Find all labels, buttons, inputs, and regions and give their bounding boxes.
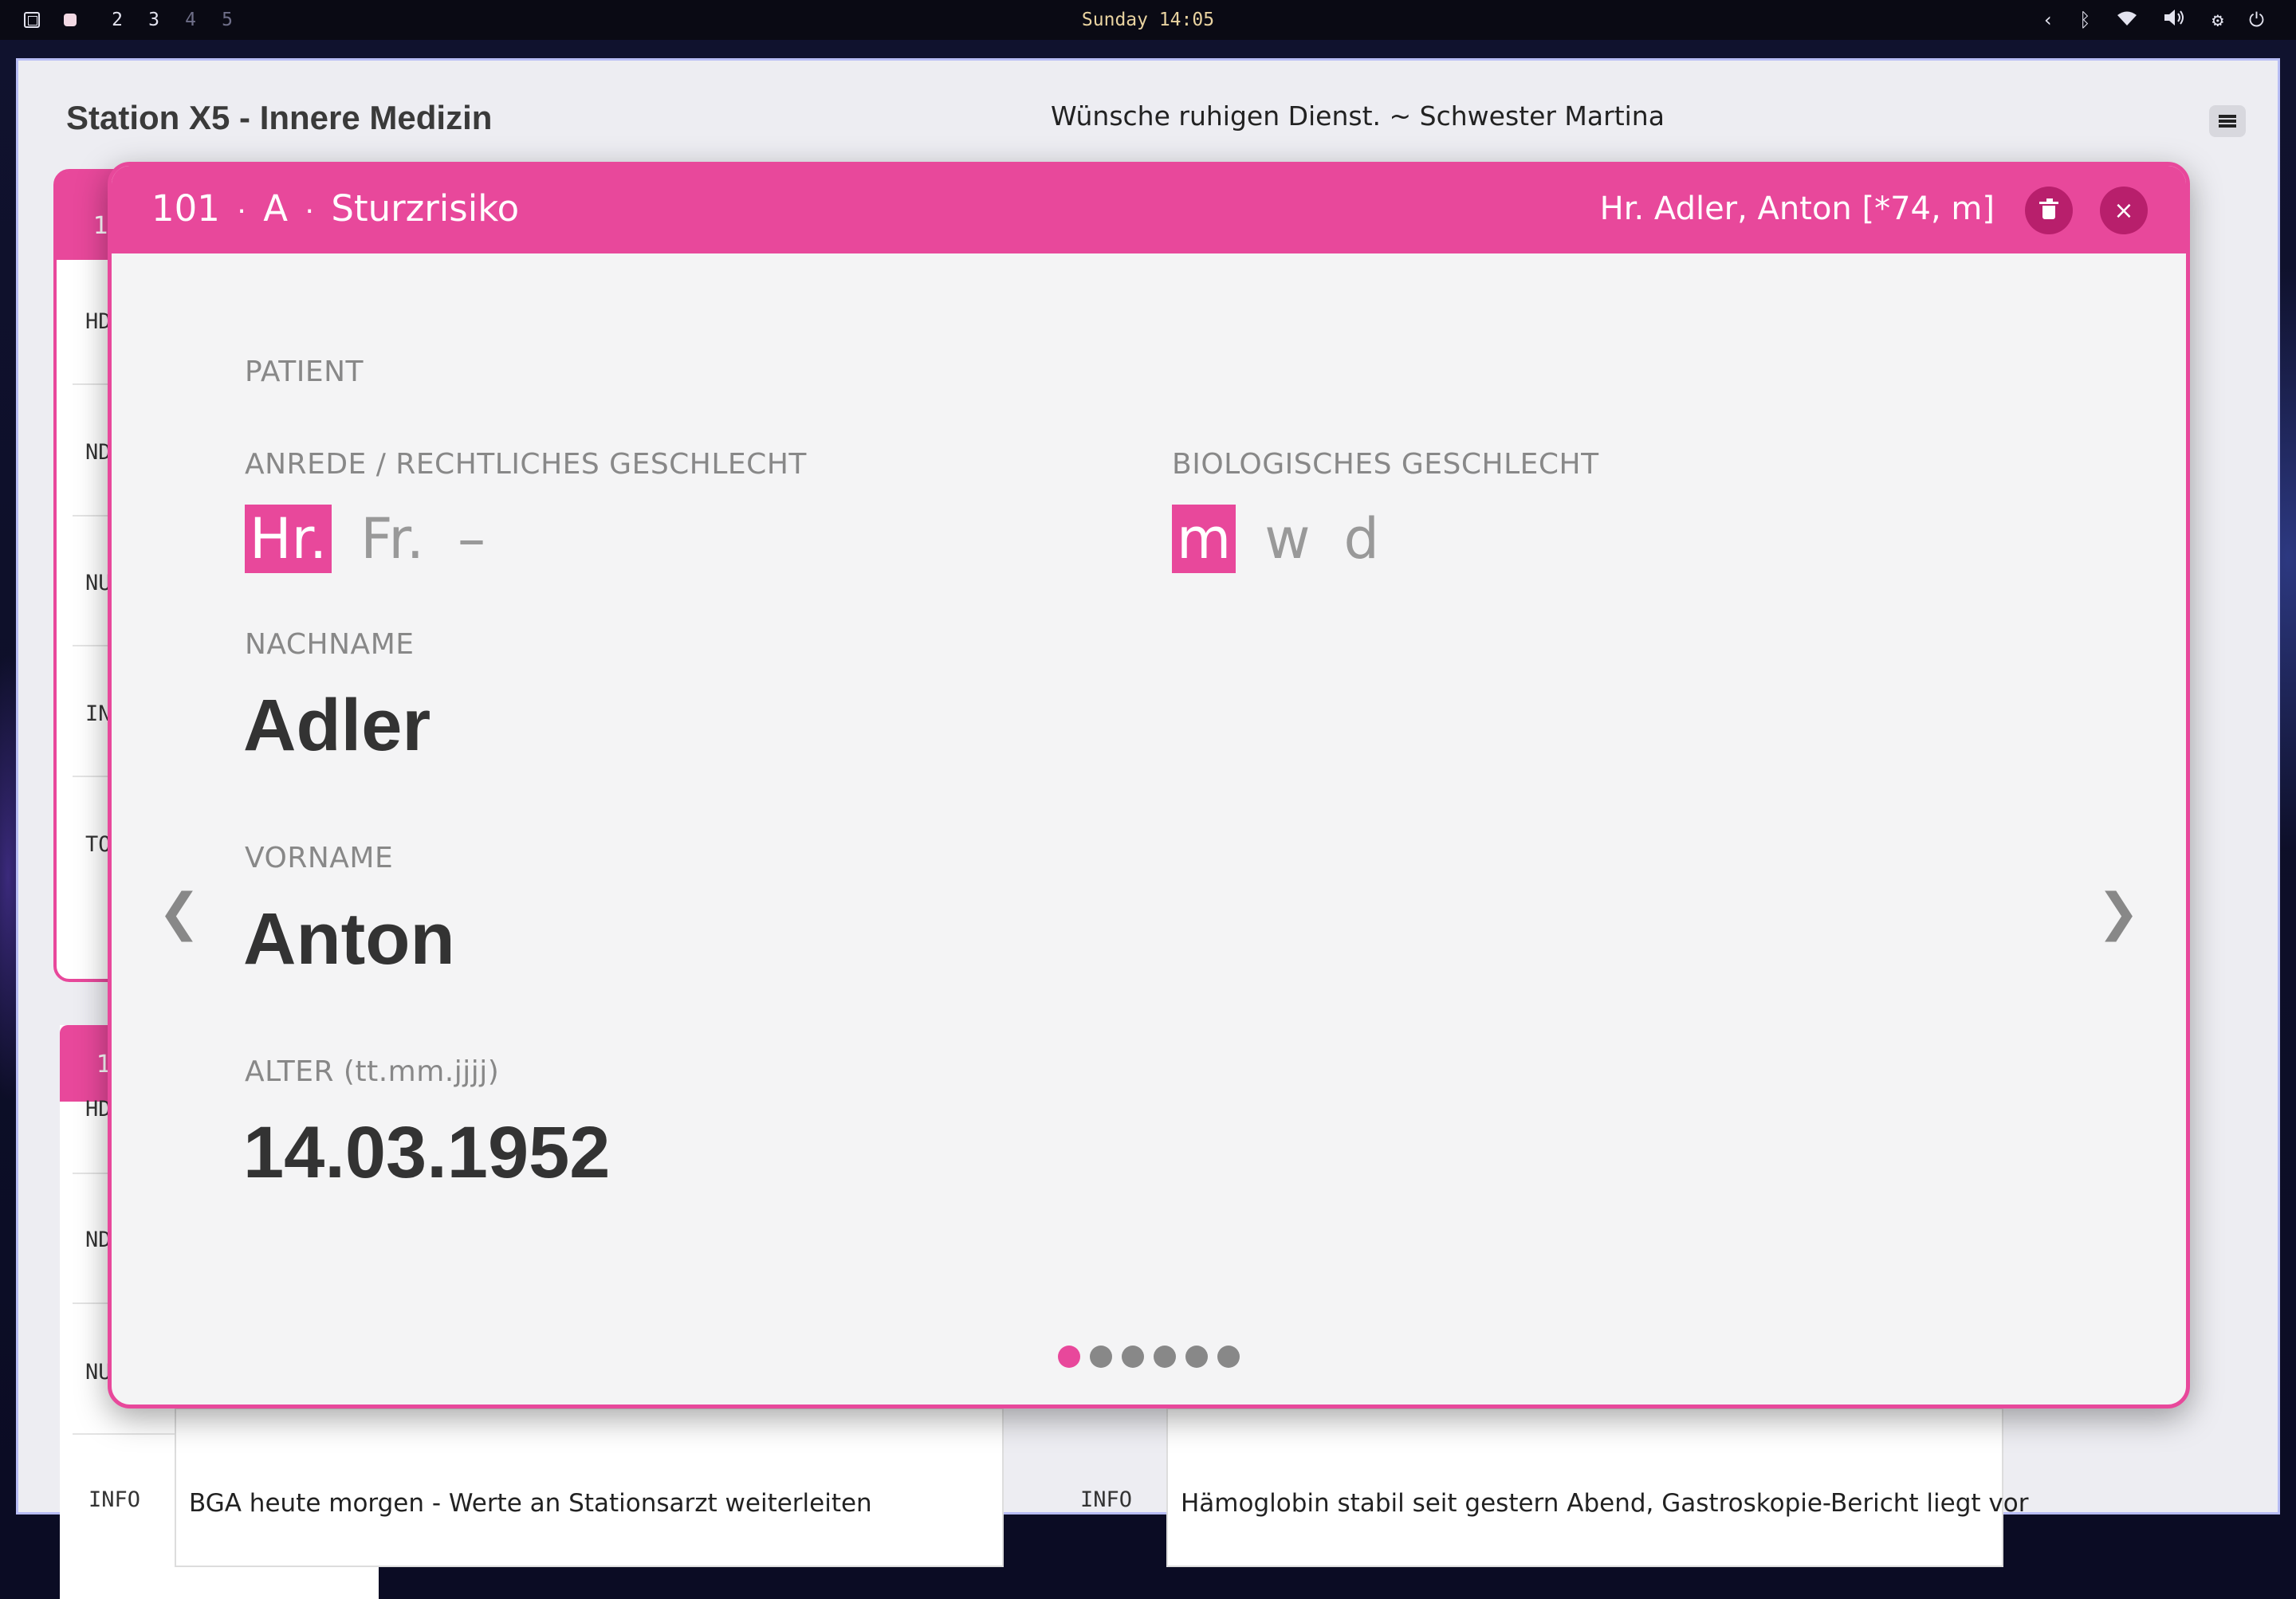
prev-page-button[interactable]: ❮ bbox=[158, 883, 201, 942]
shift-motto: Wünsche ruhigen Dienst. ~ Schwester Mart… bbox=[1051, 100, 1665, 132]
modal-body: PATIENT ANREDE / RECHTLICHES GESCHLECHT … bbox=[112, 253, 2186, 1405]
bio-sex-label: BIOLOGISCHES GESCHLECHT bbox=[1172, 448, 1599, 481]
power-icon[interactable]: ⏻ bbox=[2249, 9, 2264, 31]
page-dot-3[interactable] bbox=[1122, 1346, 1144, 1368]
modal-header: 101 · A · Sturzrisiko Hr. Adler, Anton [… bbox=[112, 166, 2186, 253]
patient-edit-modal: 101 · A · Sturzrisiko Hr. Adler, Anton [… bbox=[108, 162, 2190, 1408]
section-title: PATIENT bbox=[245, 356, 364, 388]
close-button[interactable]: × bbox=[2100, 187, 2148, 234]
salutation-option-herr[interactable]: Hr. bbox=[245, 505, 332, 573]
page-dot-1[interactable] bbox=[1058, 1346, 1080, 1368]
bluetooth-icon[interactable]: ᛒ bbox=[2079, 9, 2090, 31]
bio-sex-option-m[interactable]: m bbox=[1172, 505, 1236, 573]
system-topbar: 2 3 4 5 Sunday 14:05 ‹ ᛒ ⚙ ⏻ bbox=[0, 0, 2296, 40]
note-text: Hämoglobin stabil seit gestern Abend, Ga… bbox=[1181, 1489, 2029, 1518]
next-page-button[interactable]: ❯ bbox=[2097, 883, 2140, 942]
page-dot-4[interactable] bbox=[1154, 1346, 1176, 1368]
close-icon: × bbox=[2113, 196, 2134, 225]
bed-letter: A bbox=[263, 187, 289, 230]
lastname-label: NACHNAME bbox=[245, 628, 415, 661]
lastname-field[interactable]: Adler bbox=[243, 684, 431, 768]
salutation-option-none[interactable]: – bbox=[453, 505, 490, 573]
chevron-left-icon[interactable]: ‹ bbox=[2042, 9, 2054, 31]
salutation-label: ANREDE / RECHTLICHES GESCHLECHT bbox=[245, 448, 807, 481]
wifi-icon[interactable] bbox=[2117, 9, 2137, 31]
patient-summary: Hr. Adler, Anton [*74, m] bbox=[1599, 191, 1995, 227]
page-dot-2[interactable] bbox=[1090, 1346, 1112, 1368]
menu-button[interactable] bbox=[2209, 105, 2246, 137]
modal-title: 101 · A · Sturzrisiko bbox=[151, 187, 520, 230]
bio-sex-option-w[interactable]: w bbox=[1260, 505, 1315, 573]
note-panel-right: Hämoglobin stabil seit gestern Abend, Ga… bbox=[1166, 1408, 2028, 1567]
bio-sex-option-d[interactable]: d bbox=[1339, 505, 1383, 573]
volume-icon[interactable] bbox=[2163, 9, 2187, 31]
note-panel-left: BGA heute morgen - Werte an Stationsarzt… bbox=[175, 1408, 1004, 1567]
delete-button[interactable] bbox=[2025, 187, 2073, 234]
bio-sex-options: m w d bbox=[1172, 505, 1408, 573]
patient-tag: Sturzrisiko bbox=[331, 187, 520, 230]
birthdate-label: ALTER (tt.mm.jjjj) bbox=[245, 1055, 500, 1088]
trash-icon bbox=[2039, 198, 2058, 219]
birthdate-field[interactable]: 14.03.1952 bbox=[243, 1111, 610, 1195]
settings-icon[interactable]: ⚙ bbox=[2212, 9, 2223, 31]
note-text: BGA heute morgen - Werte an Stationsarzt… bbox=[189, 1489, 872, 1518]
page-indicator bbox=[112, 1346, 2186, 1368]
note-label: INFO bbox=[1080, 1487, 1133, 1512]
page-dot-6[interactable] bbox=[1217, 1346, 1240, 1368]
clock: Sunday 14:05 bbox=[1081, 10, 1215, 30]
room-number: 101 bbox=[151, 187, 220, 230]
system-tray: ‹ ᛒ ⚙ ⏻ bbox=[2042, 0, 2264, 40]
salutation-option-frau[interactable]: Fr. bbox=[356, 505, 429, 573]
firstname-label: VORNAME bbox=[245, 842, 394, 874]
firstname-field[interactable]: Anton bbox=[243, 898, 455, 981]
page-dot-5[interactable] bbox=[1185, 1346, 1208, 1368]
hamburger-icon bbox=[2219, 115, 2236, 128]
note-label: INFO bbox=[88, 1487, 141, 1512]
salutation-options: Hr. Fr. – bbox=[245, 505, 514, 573]
